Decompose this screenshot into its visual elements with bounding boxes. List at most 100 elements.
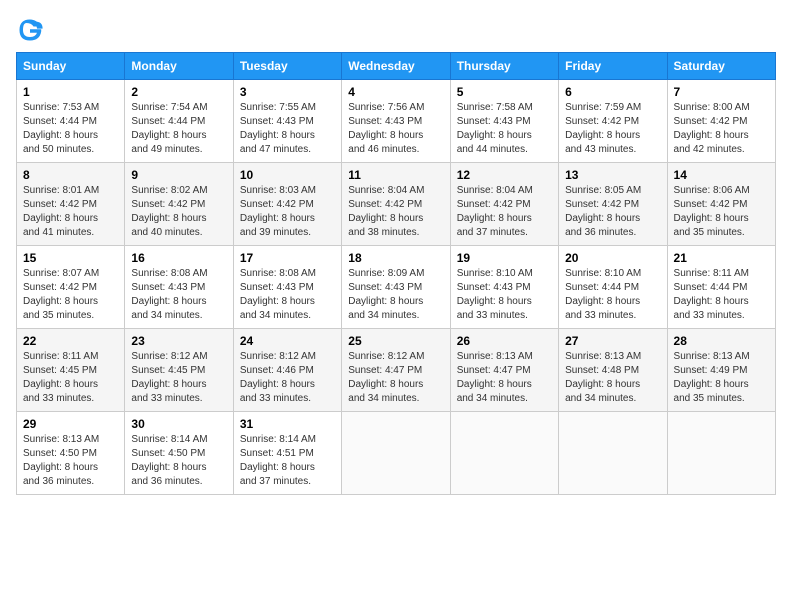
calendar-table: SundayMondayTuesdayWednesdayThursdayFrid… [16,52,776,495]
calendar-header-friday: Friday [559,53,667,80]
day-number: 5 [457,85,552,99]
calendar-header-sunday: Sunday [17,53,125,80]
day-number: 22 [23,334,118,348]
calendar-week-4: 22 Sunrise: 8:11 AM Sunset: 4:45 PM Dayli… [17,329,776,412]
calendar-cell: 8 Sunrise: 8:01 AM Sunset: 4:42 PM Daylig… [17,163,125,246]
calendar-cell: 11Sunrise: 8:04 AM Sunset: 4:42 PM Dayli… [342,163,450,246]
day-number: 6 [565,85,660,99]
day-info: Sunrise: 8:08 AM Sunset: 4:43 PM Dayligh… [240,267,335,323]
day-info: Sunrise: 8:14 AM Sunset: 4:50 PM Dayligh… [131,433,226,489]
day-info: Sunrise: 8:03 AM Sunset: 4:42 PM Dayligh… [240,184,335,240]
calendar-cell: 12Sunrise: 8:04 AM Sunset: 4:42 PM Dayli… [450,163,558,246]
day-number: 28 [674,334,769,348]
calendar-cell: 19 Sunrise: 8:10 AM Sunset: 4:43 PM Dayli… [450,246,558,329]
calendar-cell: 17 Sunrise: 8:08 AM Sunset: 4:43 PM Dayli… [233,246,341,329]
day-info: Sunrise: 7:59 AM Sunset: 4:42 PM Dayligh… [565,101,660,157]
day-info: Sunrise: 8:13 AM Sunset: 4:47 PM Dayligh… [457,350,552,406]
day-number: 1 [23,85,118,99]
day-number: 10 [240,168,335,182]
calendar-cell: 21 Sunrise: 8:11 AM Sunset: 4:44 PM Dayli… [667,246,775,329]
page-header [16,16,776,44]
calendar-header-row: SundayMondayTuesdayWednesdayThursdayFrid… [17,53,776,80]
day-info: Sunrise: 8:09 AM Sunset: 4:43 PM Dayligh… [348,267,443,323]
calendar-cell: 31Sunrise: 8:14 AM Sunset: 4:51 PM Dayli… [233,412,341,495]
day-number: 21 [674,251,769,265]
calendar-week-1: 1 Sunrise: 7:53 AM Sunset: 4:44 PM Daylig… [17,80,776,163]
day-info: Sunrise: 7:58 AM Sunset: 4:43 PM Dayligh… [457,101,552,157]
day-info: Sunrise: 7:53 AM Sunset: 4:44 PM Dayligh… [23,101,118,157]
day-number: 23 [131,334,226,348]
day-number: 14 [674,168,769,182]
logo-icon [16,16,44,44]
calendar-cell: 29Sunrise: 8:13 AM Sunset: 4:50 PM Dayli… [17,412,125,495]
day-info: Sunrise: 8:13 AM Sunset: 4:48 PM Dayligh… [565,350,660,406]
calendar-cell: 1 Sunrise: 7:53 AM Sunset: 4:44 PM Daylig… [17,80,125,163]
day-info: Sunrise: 8:00 AM Sunset: 4:42 PM Dayligh… [674,101,769,157]
calendar-cell: 5 Sunrise: 7:58 AM Sunset: 4:43 PM Daylig… [450,80,558,163]
day-info: Sunrise: 8:07 AM Sunset: 4:42 PM Dayligh… [23,267,118,323]
calendar-cell: 3 Sunrise: 7:55 AM Sunset: 4:43 PM Daylig… [233,80,341,163]
day-info: Sunrise: 8:02 AM Sunset: 4:42 PM Dayligh… [131,184,226,240]
day-info: Sunrise: 7:55 AM Sunset: 4:43 PM Dayligh… [240,101,335,157]
day-number: 20 [565,251,660,265]
calendar-week-2: 8 Sunrise: 8:01 AM Sunset: 4:42 PM Daylig… [17,163,776,246]
day-info: Sunrise: 8:12 AM Sunset: 4:46 PM Dayligh… [240,350,335,406]
day-number: 17 [240,251,335,265]
calendar-cell: 25Sunrise: 8:12 AM Sunset: 4:47 PM Dayli… [342,329,450,412]
calendar-cell: 15Sunrise: 8:07 AM Sunset: 4:42 PM Dayli… [17,246,125,329]
day-info: Sunrise: 8:13 AM Sunset: 4:49 PM Dayligh… [674,350,769,406]
calendar-header-tuesday: Tuesday [233,53,341,80]
day-info: Sunrise: 7:56 AM Sunset: 4:43 PM Dayligh… [348,101,443,157]
day-number: 2 [131,85,226,99]
calendar-cell [559,412,667,495]
day-info: Sunrise: 8:12 AM Sunset: 4:47 PM Dayligh… [348,350,443,406]
calendar-cell: 13Sunrise: 8:05 AM Sunset: 4:42 PM Dayli… [559,163,667,246]
day-number: 8 [23,168,118,182]
calendar-cell: 9 Sunrise: 8:02 AM Sunset: 4:42 PM Daylig… [125,163,233,246]
calendar-header-monday: Monday [125,53,233,80]
calendar-cell: 30 Sunrise: 8:14 AM Sunset: 4:50 PM Dayli… [125,412,233,495]
day-number: 7 [674,85,769,99]
day-number: 19 [457,251,552,265]
calendar-cell: 10 Sunrise: 8:03 AM Sunset: 4:42 PM Dayli… [233,163,341,246]
day-number: 30 [131,417,226,431]
day-number: 13 [565,168,660,182]
day-info: Sunrise: 8:01 AM Sunset: 4:42 PM Dayligh… [23,184,118,240]
day-number: 16 [131,251,226,265]
calendar-cell: 6 Sunrise: 7:59 AM Sunset: 4:42 PM Daylig… [559,80,667,163]
calendar-cell: 27Sunrise: 8:13 AM Sunset: 4:48 PM Dayli… [559,329,667,412]
day-info: Sunrise: 8:11 AM Sunset: 4:44 PM Dayligh… [674,267,769,323]
day-info: Sunrise: 8:04 AM Sunset: 4:42 PM Dayligh… [348,184,443,240]
day-number: 3 [240,85,335,99]
calendar-cell: 2 Sunrise: 7:54 AM Sunset: 4:44 PM Daylig… [125,80,233,163]
calendar-cell: 16Sunrise: 8:08 AM Sunset: 4:43 PM Dayli… [125,246,233,329]
calendar-cell: 4 Sunrise: 7:56 AM Sunset: 4:43 PM Daylig… [342,80,450,163]
calendar-cell [450,412,558,495]
day-info: Sunrise: 8:10 AM Sunset: 4:44 PM Dayligh… [565,267,660,323]
calendar-week-5: 29Sunrise: 8:13 AM Sunset: 4:50 PM Dayli… [17,412,776,495]
calendar-cell: 7 Sunrise: 8:00 AM Sunset: 4:42 PM Daylig… [667,80,775,163]
calendar-cell: 22 Sunrise: 8:11 AM Sunset: 4:45 PM Dayli… [17,329,125,412]
day-info: Sunrise: 7:54 AM Sunset: 4:44 PM Dayligh… [131,101,226,157]
calendar-cell: 20 Sunrise: 8:10 AM Sunset: 4:44 PM Dayli… [559,246,667,329]
calendar-cell: 23 Sunrise: 8:12 AM Sunset: 4:45 PM Dayli… [125,329,233,412]
day-info: Sunrise: 8:10 AM Sunset: 4:43 PM Dayligh… [457,267,552,323]
calendar-week-3: 15Sunrise: 8:07 AM Sunset: 4:42 PM Dayli… [17,246,776,329]
calendar-cell: 18 Sunrise: 8:09 AM Sunset: 4:43 PM Dayli… [342,246,450,329]
calendar-cell [342,412,450,495]
day-info: Sunrise: 8:06 AM Sunset: 4:42 PM Dayligh… [674,184,769,240]
calendar-cell: 14 Sunrise: 8:06 AM Sunset: 4:42 PM Dayli… [667,163,775,246]
day-number: 18 [348,251,443,265]
day-info: Sunrise: 8:11 AM Sunset: 4:45 PM Dayligh… [23,350,118,406]
day-info: Sunrise: 8:12 AM Sunset: 4:45 PM Dayligh… [131,350,226,406]
calendar-header-thursday: Thursday [450,53,558,80]
calendar-header-wednesday: Wednesday [342,53,450,80]
day-number: 9 [131,168,226,182]
day-number: 26 [457,334,552,348]
calendar-cell: 24 Sunrise: 8:12 AM Sunset: 4:46 PM Dayli… [233,329,341,412]
calendar-header-saturday: Saturday [667,53,775,80]
day-number: 29 [23,417,118,431]
logo [16,16,48,44]
day-number: 4 [348,85,443,99]
day-number: 24 [240,334,335,348]
